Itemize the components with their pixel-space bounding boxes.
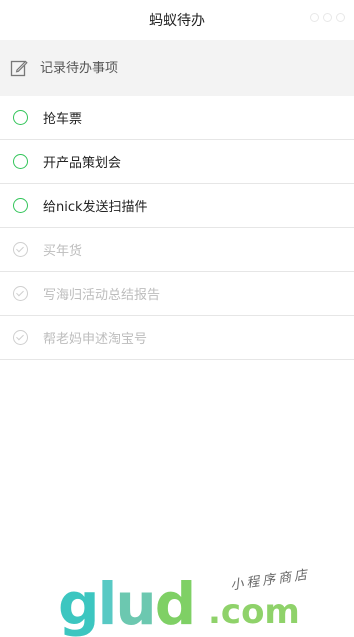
todo-item[interactable]: 抢车票 <box>0 96 354 140</box>
edit-icon <box>10 60 28 77</box>
todo-label: 给nick发送扫描件 <box>43 200 148 215</box>
watermark-logo: glud .com 小程序商店 <box>58 567 348 633</box>
watermark-tagline: 小程序商店 <box>229 567 311 594</box>
checked-circle-icon[interactable] <box>13 330 28 345</box>
checked-circle-icon[interactable] <box>13 242 28 257</box>
page-title: 蚂蚁待办 <box>149 13 205 29</box>
done-label: 帮老妈申述淘宝号 <box>43 332 148 347</box>
menu-dot-icon <box>323 13 332 22</box>
checked-circle-icon[interactable] <box>13 286 28 301</box>
todo-list: 抢车票 开产品策划会 给nick发送扫描件 买年货 写海归活动总结报告 帮老妈申… <box>0 96 354 360</box>
done-item[interactable]: 买年货 <box>0 228 354 272</box>
add-todo-bar[interactable] <box>0 40 354 96</box>
watermark-brand: glud <box>58 570 196 637</box>
todo-item[interactable]: 给nick发送扫描件 <box>0 184 354 228</box>
watermark-domain: .com <box>208 592 300 632</box>
unchecked-circle-icon[interactable] <box>13 110 28 125</box>
todo-label: 抢车票 <box>43 112 83 127</box>
todo-item[interactable]: 开产品策划会 <box>0 140 354 184</box>
done-label: 写海归活动总结报告 <box>43 288 161 303</box>
unchecked-circle-icon[interactable] <box>13 198 28 213</box>
unchecked-circle-icon[interactable] <box>13 154 28 169</box>
todo-input[interactable] <box>40 60 320 76</box>
menu-capsule[interactable] <box>310 11 345 25</box>
done-item[interactable]: 写海归活动总结报告 <box>0 272 354 316</box>
done-item[interactable]: 帮老妈申述淘宝号 <box>0 316 354 360</box>
todo-label: 开产品策划会 <box>43 156 122 171</box>
menu-dot-icon <box>336 13 345 22</box>
navigation-bar: 蚂蚁待办 <box>0 0 354 40</box>
done-label: 买年货 <box>43 244 83 259</box>
menu-dot-icon <box>310 13 319 22</box>
